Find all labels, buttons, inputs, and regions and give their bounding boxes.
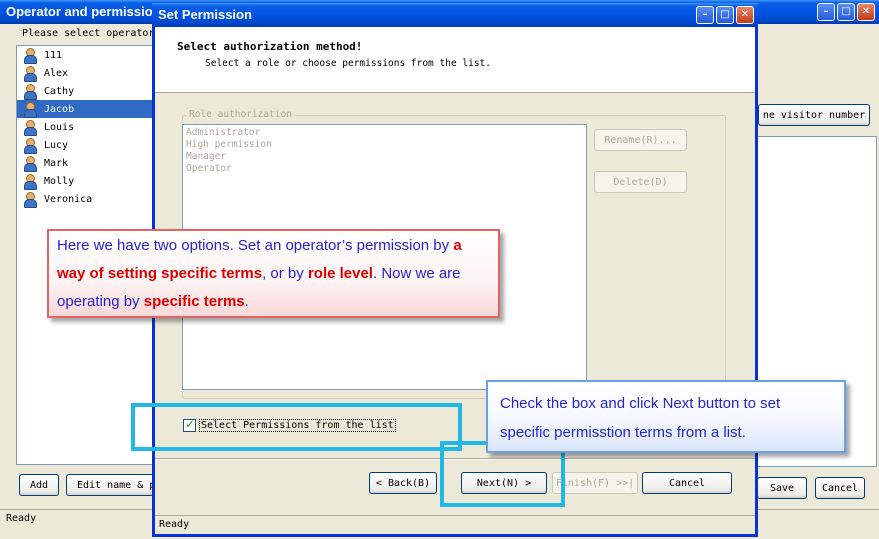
user-icon [23, 192, 37, 208]
instruction-text: Check the box and click Next button to s… [500, 395, 781, 441]
edit-name-button[interactable]: Edit name & p [66, 474, 154, 496]
back-window-title: Operator and permission [6, 4, 161, 19]
add-operator-button[interactable]: Add [19, 474, 59, 496]
checkbox-highlight-box [131, 403, 462, 451]
operator-list-item[interactable]: Cathy [17, 82, 155, 100]
wizard-subheading: Select a role or choose permissions from… [205, 58, 491, 69]
operator-name: Jacob [44, 103, 75, 115]
role-group-label: Role authorization [187, 109, 294, 120]
back-cancel-button[interactable]: Cancel [815, 477, 865, 499]
user-icon [23, 138, 37, 154]
operator-list-item[interactable]: Jacob [17, 100, 155, 118]
operator-list-item[interactable]: Molly [17, 172, 155, 190]
user-icon [23, 84, 37, 100]
operator-select-prompt: Please select operator [22, 28, 155, 39]
dialog-titlebar[interactable]: Set Permission – □ ✕ [152, 3, 758, 27]
user-icon [23, 174, 37, 190]
role-list-item: Operator [186, 163, 232, 174]
callout-highlight-specific-terms-2: specific terms [143, 293, 245, 310]
wizard-header: Select authorization method! Select a ro… [155, 27, 755, 93]
dialog-status-bar: Ready [155, 515, 755, 534]
close-icon[interactable]: ✕ [736, 6, 754, 24]
back-button[interactable]: < Back(B) [369, 472, 437, 494]
delete-role-button: Delete(D) [594, 171, 687, 193]
save-button[interactable]: Save [757, 477, 807, 499]
user-icon [23, 66, 37, 82]
operator-name: 111 [44, 49, 63, 61]
wizard-heading: Select authorization method! [177, 40, 363, 53]
operator-list-item[interactable]: 111 [17, 46, 155, 64]
callout-text: Here we have two options. Set an operato… [57, 237, 454, 254]
minimize-icon[interactable]: – [696, 6, 714, 24]
user-icon [23, 102, 37, 118]
maximize-icon[interactable]: □ [716, 6, 734, 24]
callout-text: , or by [262, 265, 308, 282]
user-icon [23, 156, 37, 172]
operator-list-item[interactable]: Mark [17, 154, 155, 172]
operator-name: Mark [44, 157, 69, 169]
user-icon [23, 48, 37, 64]
dialog-cancel-button[interactable]: Cancel [642, 472, 732, 494]
operator-name: Veronica [44, 193, 93, 205]
instruction-callout: Check the box and click Next button to s… [486, 380, 846, 453]
operator-name: Lucy [44, 139, 69, 151]
operator-name: Molly [44, 175, 75, 187]
rename-role-button: Rename(R)... [594, 129, 687, 151]
dialog-title: Set Permission [158, 7, 252, 22]
operator-name: Louis [44, 121, 75, 133]
options-callout: Here we have two options. Set an operato… [47, 229, 500, 318]
role-list-item: High permission [186, 139, 272, 150]
minimize-icon[interactable]: – [817, 3, 835, 21]
visitor-number-button[interactable]: ne visitor number [758, 104, 870, 126]
operator-list-item[interactable]: Louis [17, 118, 155, 136]
callout-text: . [244, 293, 249, 310]
role-list-item: Administrator [186, 127, 261, 138]
operator-name: Alex [44, 67, 69, 79]
user-icon [23, 120, 37, 136]
operator-name: Cathy [44, 85, 75, 97]
operator-list-item[interactable]: Alex [17, 64, 155, 82]
role-list-item: Manager [186, 151, 227, 162]
operator-list-item[interactable]: Veronica [17, 190, 155, 208]
operator-list-item[interactable]: Lucy [17, 136, 155, 154]
maximize-icon[interactable]: □ [837, 3, 855, 21]
callout-highlight-role-level: role level [307, 265, 373, 282]
close-icon[interactable]: ✕ [857, 3, 875, 21]
